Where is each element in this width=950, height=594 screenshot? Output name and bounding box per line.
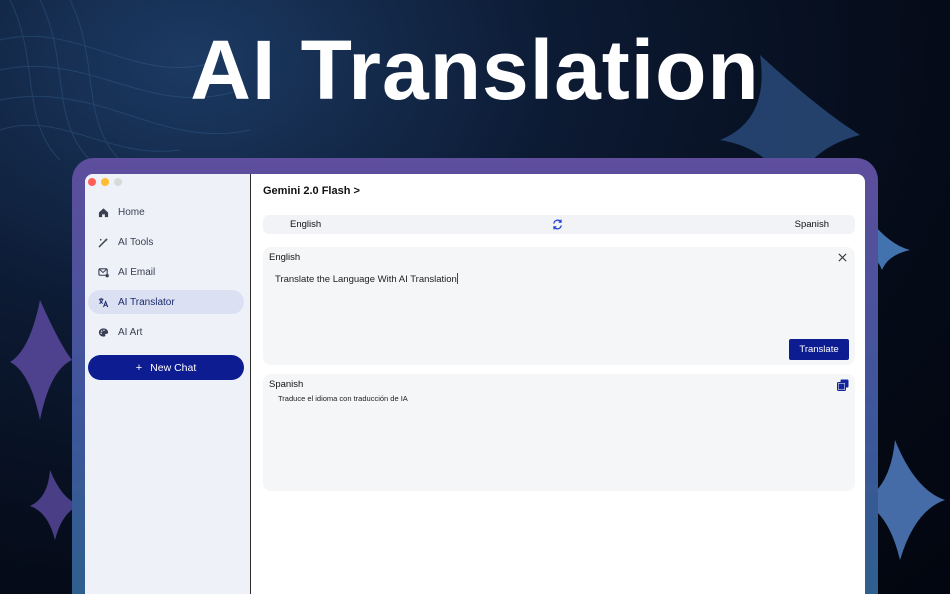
swap-icon[interactable]	[551, 218, 564, 231]
sidebar-item-home[interactable]: Home	[88, 200, 244, 224]
hero-title: AI Translation	[190, 23, 760, 117]
minimize-window-button[interactable]	[101, 178, 109, 186]
sidebar-item-ai-tools[interactable]: AI Tools	[88, 230, 244, 254]
sidebar-item-ai-email[interactable]: AI Email	[88, 260, 244, 284]
translate-icon	[96, 295, 110, 309]
magic-wand-icon	[96, 235, 110, 249]
input-card: English Translate the Language With AI T…	[263, 247, 855, 365]
sidebar: Home AI Tools AI Email AI Translator AI	[85, 174, 251, 594]
model-selector[interactable]: Gemini 2.0 Flash >	[263, 185, 360, 197]
plus-icon: +	[135, 361, 143, 374]
email-icon	[96, 265, 110, 279]
sidebar-item-ai-translator[interactable]: AI Translator	[88, 290, 244, 314]
target-language-selector[interactable]: Spanish	[795, 219, 829, 230]
zoom-window-button[interactable]	[114, 178, 122, 186]
input-text-value: Translate the Language With AI Translati…	[275, 274, 457, 285]
sidebar-item-ai-art[interactable]: AI Art	[88, 320, 244, 344]
main-panel: Gemini 2.0 Flash > English Spanish Engli…	[251, 174, 865, 594]
text-caret	[456, 273, 458, 284]
home-icon	[96, 205, 110, 219]
new-chat-button[interactable]: + New Chat	[88, 355, 244, 380]
sidebar-item-label: Home	[118, 206, 145, 218]
input-language-label: English	[269, 252, 301, 263]
translation-input[interactable]: Translate the Language With AI Translati…	[275, 273, 458, 285]
sidebar-item-label: AI Tools	[118, 236, 154, 248]
language-bar: English Spanish	[263, 215, 855, 234]
new-chat-label: New Chat	[150, 361, 197, 374]
sidebar-item-label: AI Translator	[118, 296, 175, 308]
sidebar-item-label: AI Art	[118, 326, 143, 338]
source-language-selector[interactable]: English	[290, 219, 321, 230]
translate-button[interactable]: Translate	[789, 339, 849, 360]
close-icon[interactable]	[837, 250, 849, 262]
sidebar-item-label: AI Email	[118, 266, 156, 278]
app-window: Home AI Tools AI Email AI Translator AI	[85, 174, 865, 594]
palette-icon	[96, 325, 110, 339]
output-card: Spanish Traduce el idioma con traducción…	[263, 374, 855, 491]
output-language-label: Spanish	[269, 379, 304, 390]
copy-icon[interactable]	[837, 378, 849, 391]
window-controls	[88, 178, 122, 186]
translation-output: Traduce el idioma con traducción de IA	[278, 394, 408, 403]
close-window-button[interactable]	[88, 178, 96, 186]
